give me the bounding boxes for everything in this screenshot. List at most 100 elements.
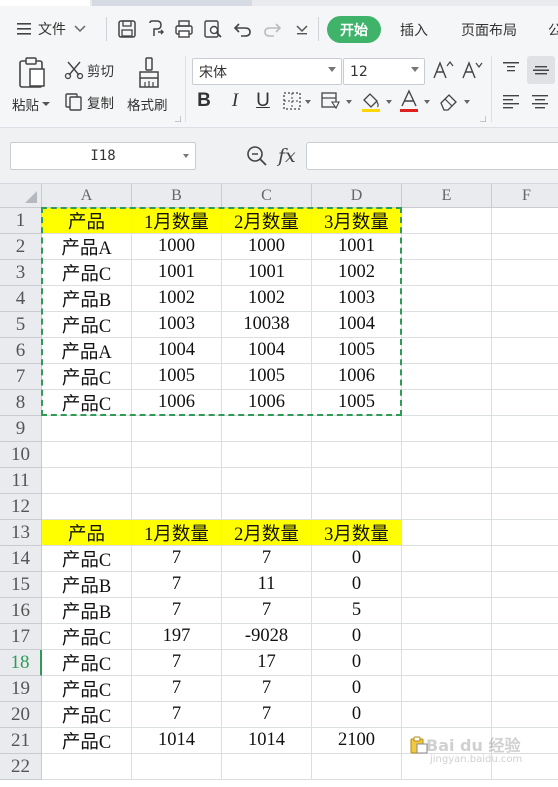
cell-e15[interactable] — [402, 572, 492, 598]
cell-e3[interactable] — [402, 260, 492, 286]
align-left-icon[interactable] — [500, 90, 522, 112]
tab-insert[interactable]: 插入 — [400, 16, 428, 43]
cell-b18[interactable]: 7 — [132, 650, 222, 676]
font-name-select[interactable]: 宋体 — [192, 58, 342, 85]
cell-e12[interactable] — [402, 494, 492, 520]
clipboard-group-launcher[interactable] — [175, 116, 181, 122]
cell-b21[interactable]: 1014 — [132, 728, 222, 754]
cell-f16[interactable] — [492, 598, 558, 624]
row-header-18[interactable]: 18 — [0, 650, 42, 676]
cell-c14[interactable]: 7 — [222, 546, 312, 572]
underline-button[interactable]: U — [253, 88, 273, 114]
cell-c2[interactable]: 1000 — [222, 234, 312, 260]
cell-b9[interactable] — [132, 416, 222, 442]
cell-b11[interactable] — [132, 468, 222, 494]
chevron-down-icon[interactable] — [424, 100, 430, 104]
cell-d16[interactable]: 5 — [312, 598, 402, 624]
row-header-6[interactable]: 6 — [0, 338, 42, 364]
cell-f19[interactable] — [492, 676, 558, 702]
row-header-1[interactable]: 1 — [0, 208, 42, 234]
cell-d2[interactable]: 1001 — [312, 234, 402, 260]
cell-e8[interactable] — [402, 390, 492, 416]
cell-a16[interactable]: 产品B — [42, 598, 132, 624]
cell-f13[interactable] — [492, 520, 558, 546]
cell-d21[interactable]: 2100 — [312, 728, 402, 754]
undo-icon[interactable] — [233, 6, 253, 52]
cell-c8[interactable]: 1006 — [222, 390, 312, 416]
cell-d10[interactable] — [312, 442, 402, 468]
cell-f17[interactable] — [492, 624, 558, 650]
cell-c15[interactable]: 11 — [222, 572, 312, 598]
row-header-5[interactable]: 5 — [0, 312, 42, 338]
cell-c13[interactable]: 2月数量 — [222, 520, 312, 546]
cell-a10[interactable] — [42, 442, 132, 468]
cell-d6[interactable]: 1005 — [312, 338, 402, 364]
row-header-20[interactable]: 20 — [0, 702, 42, 728]
italic-button[interactable]: I — [225, 88, 245, 114]
column-header-d[interactable]: D — [312, 184, 402, 208]
paste-button[interactable]: 粘贴 — [12, 94, 50, 114]
cell-c7[interactable]: 1005 — [222, 364, 312, 390]
cell-d17[interactable]: 0 — [312, 624, 402, 650]
cell-a17[interactable]: 产品C — [42, 624, 132, 650]
cell-b16[interactable]: 7 — [132, 598, 222, 624]
redo-icon[interactable] — [262, 6, 282, 52]
row-header-2[interactable]: 2 — [0, 234, 42, 260]
cell-a19[interactable]: 产品C — [42, 676, 132, 702]
cell-e4[interactable] — [402, 286, 492, 312]
bold-button[interactable]: B — [194, 88, 214, 114]
cell-f9[interactable] — [492, 416, 558, 442]
cell-c21[interactable]: 1014 — [222, 728, 312, 754]
cell-e17[interactable] — [402, 624, 492, 650]
chevron-down-icon[interactable] — [386, 100, 392, 104]
tab-page-layout[interactable]: 页面布局 — [461, 16, 517, 43]
cell-e6[interactable] — [402, 338, 492, 364]
column-header-e[interactable]: E — [402, 184, 492, 208]
row-header-17[interactable]: 17 — [0, 624, 42, 650]
font-size-select[interactable]: 12 — [343, 58, 425, 85]
cell-a20[interactable]: 产品C — [42, 702, 132, 728]
cell-a6[interactable]: 产品A — [42, 338, 132, 364]
cell-e11[interactable] — [402, 468, 492, 494]
cell-c11[interactable] — [222, 468, 312, 494]
align-center-icon[interactable] — [529, 90, 551, 112]
cell-c10[interactable] — [222, 442, 312, 468]
cell-b17[interactable]: 197 — [132, 624, 222, 650]
cell-a3[interactable]: 产品C — [42, 260, 132, 286]
cell-b8[interactable]: 1006 — [132, 390, 222, 416]
clear-format-icon[interactable] — [438, 90, 460, 112]
cell-d22[interactable] — [312, 754, 402, 780]
cell-e20[interactable] — [402, 702, 492, 728]
cell-e9[interactable] — [402, 416, 492, 442]
print-icon[interactable] — [174, 6, 194, 52]
cell-d3[interactable]: 1002 — [312, 260, 402, 286]
cell-c1[interactable]: 2月数量 — [222, 208, 312, 234]
cell-b4[interactable]: 1002 — [132, 286, 222, 312]
export-icon[interactable] — [146, 6, 166, 52]
cell-b5[interactable]: 1003 — [132, 312, 222, 338]
cell-b2[interactable]: 1000 — [132, 234, 222, 260]
cell-f1[interactable] — [492, 208, 558, 234]
cell-f18[interactable] — [492, 650, 558, 676]
tab-home[interactable]: 开始 — [327, 16, 381, 43]
chevron-down-icon[interactable] — [346, 100, 352, 104]
cell-d9[interactable] — [312, 416, 402, 442]
cell-c5[interactable]: 10038 — [222, 312, 312, 338]
column-header-f[interactable]: F — [492, 184, 558, 208]
font-color-icon[interactable] — [399, 88, 419, 114]
cell-f8[interactable] — [492, 390, 558, 416]
row-header-19[interactable]: 19 — [0, 676, 42, 702]
cell-a8[interactable]: 产品C — [42, 390, 132, 416]
cell-d1[interactable]: 3月数量 — [312, 208, 402, 234]
cell-a13[interactable]: 产品 — [42, 520, 132, 546]
row-header-16[interactable]: 16 — [0, 598, 42, 624]
cell-c12[interactable] — [222, 494, 312, 520]
row-header-7[interactable]: 7 — [0, 364, 42, 390]
cell-c6[interactable]: 1004 — [222, 338, 312, 364]
cell-c22[interactable] — [222, 754, 312, 780]
cell-c3[interactable]: 1001 — [222, 260, 312, 286]
name-box[interactable]: I18 — [10, 142, 196, 170]
cell-b7[interactable]: 1005 — [132, 364, 222, 390]
cell-a21[interactable]: 产品C — [42, 728, 132, 754]
row-header-21[interactable]: 21 — [0, 728, 42, 754]
